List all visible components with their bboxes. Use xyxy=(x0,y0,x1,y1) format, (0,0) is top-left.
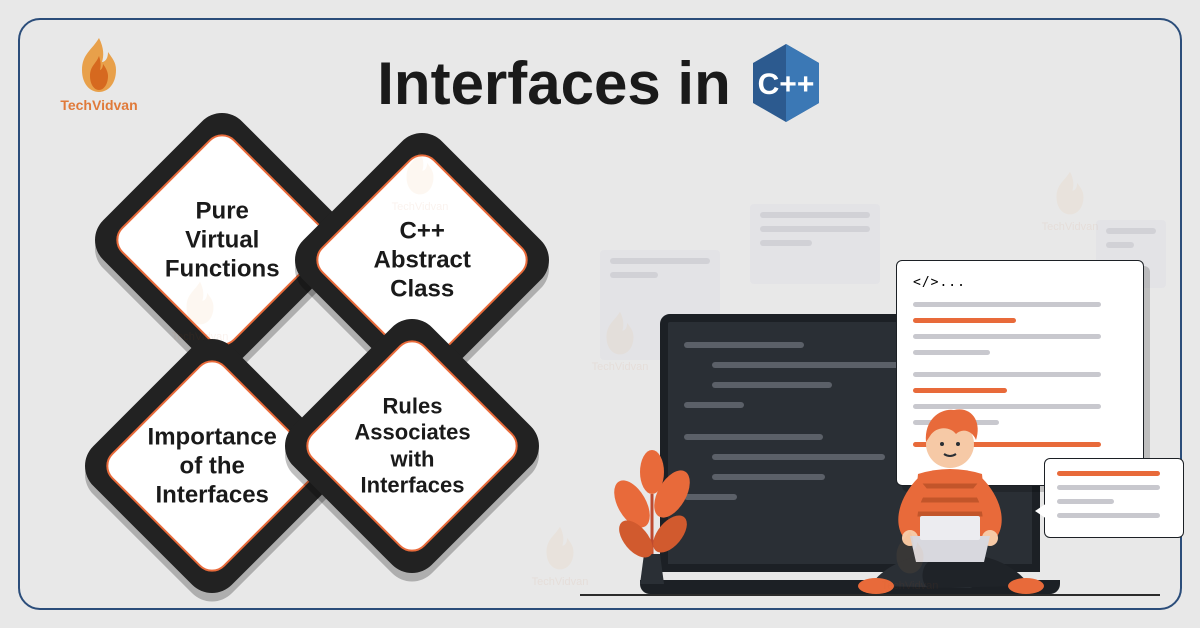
editor-head: </>... xyxy=(913,275,1127,290)
tile-group: PureVirtualFunctions C++AbstractClass Im… xyxy=(60,132,580,608)
tile-label: PureVirtualFunctions xyxy=(145,197,300,283)
tile-label: RulesAssociateswithInterfaces xyxy=(335,393,490,499)
main-frame: TechVidvan Interfaces in C++ PureVirtual… xyxy=(18,18,1182,610)
tile-label: C++AbstractClass xyxy=(345,217,500,303)
page-title: Interfaces in C++ xyxy=(20,42,1180,124)
tile-label: Importanceof theInterfaces xyxy=(135,423,290,509)
cpp-badge-icon: C++ xyxy=(749,42,823,124)
title-text: Interfaces in xyxy=(377,49,730,118)
svg-text:C++: C++ xyxy=(757,68,814,101)
floor-line xyxy=(580,594,1160,596)
illustration: </>... xyxy=(580,182,1170,602)
person-with-laptop-icon xyxy=(830,386,1070,596)
plant-icon xyxy=(602,444,702,594)
bg-page-icon xyxy=(750,204,880,284)
tile-rules: RulesAssociateswithInterfaces xyxy=(273,307,550,584)
